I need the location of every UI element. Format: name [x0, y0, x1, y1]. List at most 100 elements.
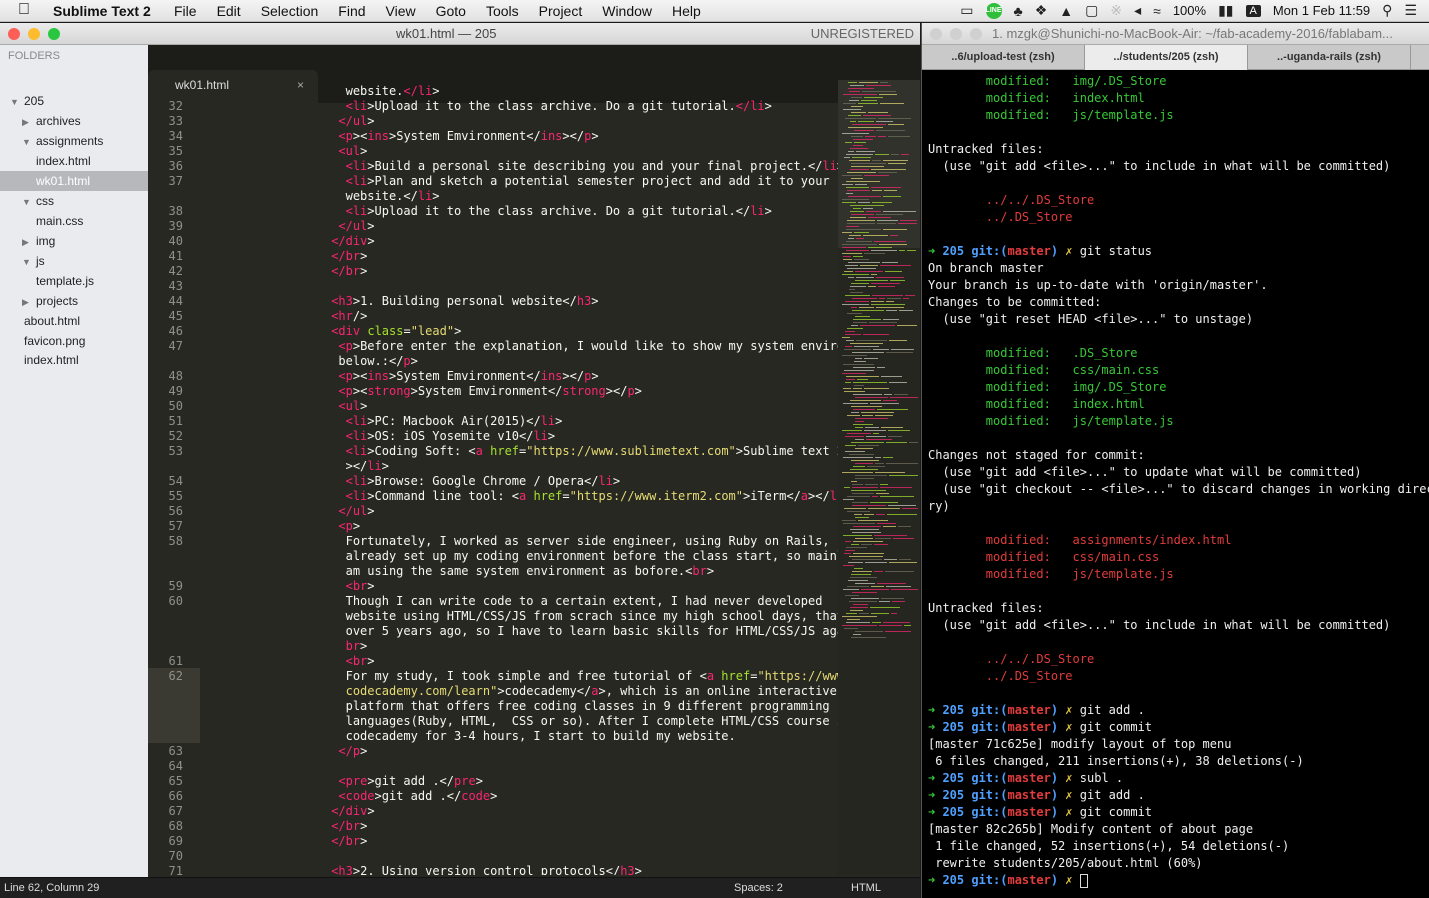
- disclosure-closed-icon[interactable]: ▶: [22, 232, 34, 252]
- minimap-line: [898, 526, 911, 527]
- terminal-tab-1[interactable]: ..6/upload-test (zsh): [922, 45, 1085, 70]
- disclosure-open-icon[interactable]: ▼: [10, 92, 22, 112]
- menu-view[interactable]: View: [386, 3, 416, 19]
- code-token: >: [367, 654, 375, 668]
- disclosure-closed-icon[interactable]: ▶: [22, 112, 34, 132]
- terminal-text: modified: index.html: [928, 91, 1145, 105]
- disclosure-open-icon[interactable]: ▼: [22, 192, 34, 212]
- minimap-line: [853, 382, 887, 383]
- minimap-line: [842, 616, 877, 617]
- code-token: p: [345, 129, 353, 143]
- indentation-setting[interactable]: Spaces: 2: [734, 882, 783, 894]
- terminal-line: modified: js/template.js: [928, 107, 1174, 124]
- terminal-text: git:(: [971, 244, 1008, 258]
- code-token: ><: [352, 129, 368, 143]
- code-line: <li>Upload it to the class archive. Do a…: [346, 99, 772, 114]
- zoom-window-icon[interactable]: [970, 28, 982, 40]
- zoom-window-icon[interactable]: [48, 28, 60, 40]
- disclosure-closed-icon[interactable]: ▶: [22, 292, 34, 312]
- sidebar-item-archives[interactable]: ▶ archives: [0, 111, 148, 131]
- google-drive-icon[interactable]: ▲: [1059, 3, 1073, 19]
- spotlight-search-icon[interactable]: ⚲: [1382, 2, 1392, 19]
- menu-file[interactable]: File: [174, 3, 197, 19]
- minimap-line: [845, 118, 876, 119]
- menu-edit[interactable]: Edit: [217, 3, 241, 19]
- minimap-line: [873, 433, 879, 434]
- terminal-tab-2[interactable]: ../students/205 (zsh): [1085, 45, 1248, 70]
- terminal-text: ): [1050, 805, 1059, 819]
- sidebar-item-index-html[interactable]: index.html: [0, 350, 148, 370]
- sidebar-item-template-js[interactable]: template.js: [0, 271, 148, 291]
- sidebar-item-main-css[interactable]: main.css: [0, 211, 148, 231]
- minimap-line: [853, 394, 882, 395]
- disclosure-open-icon[interactable]: ▼: [22, 132, 34, 152]
- window-icon[interactable]: ▢: [1085, 2, 1098, 19]
- minimap-line: [846, 181, 880, 182]
- airplay-icon[interactable]: ▭: [960, 2, 973, 19]
- menu-goto[interactable]: Goto: [436, 3, 466, 19]
- code-token: >: [764, 99, 772, 113]
- minimize-window-icon[interactable]: [950, 28, 962, 40]
- code-editor[interactable]: website.</li> <li>Upload it to the class …: [148, 80, 838, 875]
- sidebar-item-img[interactable]: ▶ img: [0, 231, 148, 251]
- minimap-line: [847, 268, 876, 269]
- code-line: br>: [346, 639, 368, 654]
- folder-sidebar: FOLDERS ▼ 205 ▶ archives ▼ assignments index.h…: [0, 45, 148, 877]
- minimap-line: [842, 304, 869, 305]
- close-window-icon[interactable]: [8, 28, 20, 40]
- volume-icon[interactable]: ◂: [1134, 2, 1141, 19]
- minimize-window-icon[interactable]: [28, 28, 40, 40]
- input-source-indicator[interactable]: A: [1245, 4, 1261, 17]
- code-token: ></: [562, 369, 585, 383]
- cursor-position[interactable]: Line 62, Column 29: [4, 882, 99, 894]
- menu-help[interactable]: Help: [672, 3, 701, 19]
- sidebar-item-css[interactable]: ▼ css: [0, 191, 148, 211]
- terminal-cursor[interactable]: [1079, 873, 1088, 888]
- sidebar-item-label: css: [36, 194, 54, 208]
- terminal-output[interactable]: modified: img/.DS_Store modified: index.…: [928, 73, 1429, 895]
- terminal-line: rewrite students/205/about.html (60%): [928, 855, 1202, 872]
- apple-menu-icon[interactable]: : [18, 1, 30, 19]
- minimap-line: [865, 427, 879, 428]
- menu-window[interactable]: Window: [602, 3, 652, 19]
- sidebar-item-205[interactable]: ▼ 205: [0, 91, 148, 111]
- battery-icon[interactable]: ▮▮: [1218, 2, 1233, 19]
- minimap-line: [858, 445, 879, 446]
- line-app-icon[interactable]: LINE: [985, 2, 1002, 19]
- minimap-line: [851, 412, 859, 413]
- menu-find[interactable]: Find: [338, 3, 365, 19]
- evernote-icon[interactable]: ♣: [1014, 3, 1023, 19]
- sidebar-item-favicon-png[interactable]: favicon.png: [0, 331, 148, 351]
- notification-center-icon[interactable]: ☰: [1404, 2, 1417, 19]
- code-line: <li>Build a personal site describing you…: [346, 159, 838, 174]
- wifi-icon[interactable]: ≈: [1153, 3, 1161, 19]
- code-token: strong: [367, 384, 411, 398]
- sidebar-item-index-html[interactable]: index.html: [0, 151, 148, 171]
- menu-selection[interactable]: Selection: [261, 3, 319, 19]
- terminal-tab-3[interactable]: ..-uganda-rails (zsh): [1248, 45, 1411, 70]
- terminal-tabs: ..6/upload-test (zsh) ../students/205 (zs…: [922, 45, 1429, 70]
- code-token: h3: [338, 294, 353, 308]
- sidebar-item-projects[interactable]: ▶ projects: [0, 291, 148, 311]
- sidebar-item-js[interactable]: ▼ js: [0, 251, 148, 271]
- close-window-icon[interactable]: [930, 28, 942, 40]
- syntax-mode[interactable]: HTML: [851, 882, 881, 894]
- sidebar-item-about-html[interactable]: about.html: [0, 311, 148, 331]
- sidebar-item-label: template.js: [36, 274, 95, 288]
- app-menu[interactable]: Sublime Text 2: [53, 3, 151, 19]
- minimap-line: [883, 622, 910, 623]
- bluetooth-icon[interactable]: ※: [1110, 2, 1122, 19]
- menu-project[interactable]: Project: [539, 3, 583, 19]
- code-token: ul: [352, 504, 368, 518]
- dropbox-icon[interactable]: ❖: [1035, 2, 1048, 19]
- sublime-window-title: wk01.html — 205: [396, 26, 497, 41]
- code-token: li: [750, 204, 765, 218]
- minimap[interactable]: [838, 80, 920, 875]
- menubar-clock[interactable]: Mon 1 Feb 11:59: [1273, 3, 1370, 18]
- sidebar-item-wk01-html[interactable]: wk01.html: [0, 171, 148, 191]
- battery-percent[interactable]: 100%: [1173, 3, 1206, 18]
- menu-tools[interactable]: Tools: [486, 3, 519, 19]
- minimap-line: [848, 196, 881, 197]
- sidebar-item-assignments[interactable]: ▼ assignments: [0, 131, 148, 151]
- disclosure-open-icon[interactable]: ▼: [22, 252, 34, 272]
